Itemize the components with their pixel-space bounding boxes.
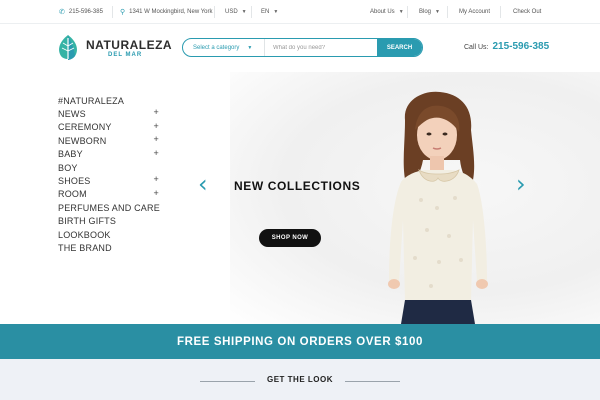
- category-select[interactable]: Select a category ▼: [183, 39, 265, 56]
- chevron-down-icon: ▼: [435, 9, 440, 15]
- section-title: GET THE LOOK: [267, 375, 333, 384]
- menu-item-label: NEWS: [58, 109, 86, 120]
- divider: [447, 6, 448, 18]
- search-button[interactable]: SEARCH: [377, 39, 422, 56]
- menu-item-label: NEWBORN: [58, 135, 107, 146]
- free-shipping-text: FREE SHIPPING ON ORDERS OVER $100: [176, 335, 424, 348]
- menu-item-label: #NATURALEZA: [58, 95, 125, 106]
- menu-item-label: SHOES: [58, 176, 91, 187]
- menu-item-the-brand[interactable]: THE BRAND: [58, 241, 162, 254]
- get-the-look-section: GET THE LOOK: [0, 359, 600, 400]
- topbar-address[interactable]: ⚲ 1341 W Mockingbird, New York: [120, 0, 213, 24]
- chevron-down-icon: ▼: [273, 9, 279, 15]
- divider: [345, 381, 400, 382]
- menu-item-label: PERFUMES AND CARE: [58, 202, 160, 213]
- divider: [112, 6, 113, 18]
- nav-my-account-label: My Account: [459, 9, 491, 15]
- chevron-down-icon: ▼: [247, 44, 253, 51]
- plus-icon[interactable]: +: [154, 174, 159, 184]
- call-us-label: Call Us:: [464, 44, 489, 51]
- plus-icon[interactable]: +: [154, 107, 159, 117]
- plus-icon[interactable]: +: [154, 134, 159, 144]
- site-header: NATURALEZA DEL MAR Select a category ▼ S…: [0, 24, 600, 72]
- menu-item-label: CEREMONY: [58, 122, 112, 133]
- category-menu: #NATURALEZA NEWS + CEREMONY + NEWBORN + BAB…: [58, 94, 162, 255]
- menu-item-perfumes[interactable]: PERFUMES AND CARE: [58, 201, 162, 214]
- location-pin-icon: ⚲: [120, 9, 126, 16]
- nav-my-account[interactable]: My Account: [459, 0, 490, 24]
- phone-icon: ✆: [59, 9, 65, 16]
- brand-name[interactable]: NATURALEZA: [86, 38, 172, 52]
- menu-item-shoes[interactable]: SHOES +: [58, 174, 162, 187]
- menu-item-lookbook[interactable]: LOOKBOOK: [58, 228, 162, 241]
- plus-icon[interactable]: +: [154, 148, 159, 158]
- call-us-number[interactable]: 215-596-385: [492, 41, 549, 52]
- nav-check-out[interactable]: Check Out: [513, 0, 541, 24]
- menu-item-news[interactable]: NEWS +: [58, 107, 162, 120]
- chevron-down-icon: ▼: [241, 9, 247, 15]
- menu-item-ceremony[interactable]: CEREMONY +: [58, 121, 162, 134]
- category-select-label: Select a category: [193, 44, 240, 51]
- currency-select[interactable]: USD ▼: [225, 0, 247, 24]
- divider: [214, 6, 215, 18]
- topbar-phone[interactable]: ✆ 215-596-385: [59, 0, 103, 24]
- menu-item-boy[interactable]: BOY: [58, 161, 162, 174]
- menu-item-birth-gifts[interactable]: BIRTH GIFTS: [58, 215, 162, 228]
- nav-about-us-label: About Us: [370, 9, 395, 15]
- plus-icon[interactable]: +: [154, 188, 159, 198]
- menu-item-naturaleza[interactable]: #NATURALEZA: [58, 94, 162, 107]
- brand-subtitle: DEL MAR: [108, 52, 143, 58]
- plus-icon[interactable]: +: [154, 121, 159, 131]
- next-slide-arrow-icon[interactable]: ›: [516, 172, 526, 196]
- chevron-down-icon: ▼: [398, 9, 404, 15]
- divider: [251, 6, 252, 18]
- language-select[interactable]: EN ▼: [261, 0, 278, 24]
- menu-item-label: BABY: [58, 149, 83, 160]
- free-shipping-banner: FREE SHIPPING ON ORDERS OVER $100: [0, 324, 600, 359]
- call-us: Call Us: 215-596-385: [464, 41, 549, 52]
- shop-now-button[interactable]: SHOP NOW: [259, 229, 321, 247]
- language-label: EN: [261, 9, 270, 15]
- nav-blog[interactable]: Blog ▼: [419, 0, 440, 24]
- menu-item-label: THE BRAND: [58, 242, 112, 253]
- menu-item-label: LOOKBOOK: [58, 229, 111, 240]
- top-bar: ✆ 215-596-385 ⚲ 1341 W Mockingbird, New …: [0, 0, 600, 24]
- menu-item-newborn[interactable]: NEWBORN +: [58, 134, 162, 147]
- menu-item-label: BOY: [58, 162, 78, 173]
- topbar-phone-text: 215-596-385: [68, 9, 103, 15]
- search-input[interactable]: [267, 39, 377, 56]
- currency-label: USD: [225, 9, 238, 15]
- hero-model-image: [388, 91, 488, 324]
- menu-item-label: ROOM: [58, 189, 87, 200]
- nav-check-out-label: Check Out: [513, 9, 542, 15]
- topbar-address-text: 1341 W Mockingbird, New York: [129, 9, 213, 15]
- leaf-logo-icon[interactable]: [57, 34, 79, 60]
- search-bar: Select a category ▼ SEARCH: [182, 38, 423, 57]
- menu-item-baby[interactable]: BABY +: [58, 148, 162, 161]
- nav-blog-label: Blog: [419, 9, 432, 15]
- menu-item-room[interactable]: ROOM +: [58, 188, 162, 201]
- divider: [500, 6, 501, 18]
- nav-about-us[interactable]: About Us ▼: [370, 0, 404, 24]
- menu-item-label: BIRTH GIFTS: [58, 216, 117, 227]
- hero-title: NEW COLLECTIONS: [234, 179, 361, 193]
- divider: [407, 6, 408, 18]
- hero-slider: #NATURALEZA NEWS + CEREMONY + NEWBORN + BAB…: [0, 72, 600, 324]
- prev-slide-arrow-icon[interactable]: ‹: [198, 172, 208, 196]
